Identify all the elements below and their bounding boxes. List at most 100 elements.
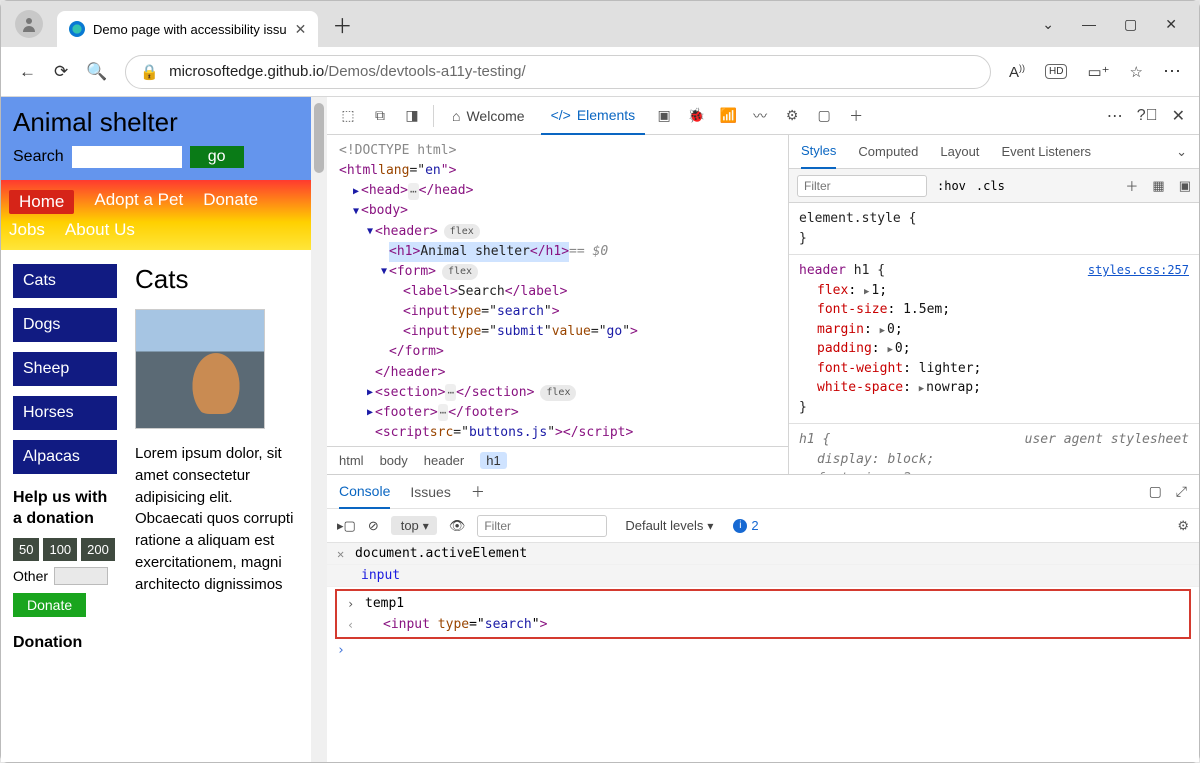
browser-tab[interactable]: Demo page with accessibility issu ✕ <box>57 11 318 47</box>
amount-50[interactable]: 50 <box>13 538 39 561</box>
read-aloud-icon[interactable]: A)) <box>1009 63 1025 81</box>
side-nav: Cats Dogs Sheep Horses Alpacas <box>13 264 117 474</box>
console-settings-icon[interactable]: ⚙ <box>1177 518 1189 534</box>
add-tab-icon[interactable]: ＋ <box>471 482 485 502</box>
search-input[interactable] <box>72 146 182 168</box>
amount-100[interactable]: 100 <box>43 538 77 561</box>
window-controls: ⌄ ― ▢ ✕ <box>1042 16 1199 33</box>
new-tab-button[interactable]: ＋ <box>332 10 352 39</box>
tab-welcome[interactable]: ⌂Welcome <box>442 97 535 135</box>
donation-widget: Help us with a donation 50 100 200 Other… <box>13 488 117 653</box>
tab-computed[interactable]: Computed <box>858 144 918 159</box>
close-window-icon[interactable]: ✕ <box>1165 16 1177 33</box>
computed-icon[interactable]: ▣ <box>1179 178 1191 194</box>
url-host: microsoftedge.github.io <box>169 63 324 80</box>
page-title: Animal shelter <box>13 107 299 138</box>
breadcrumb[interactable]: html body header h1 <box>327 446 788 474</box>
edge-icon <box>69 21 85 37</box>
close-devtools-icon[interactable]: ✕ <box>1172 106 1185 126</box>
nav-home[interactable]: Home <box>9 190 74 214</box>
url-input[interactable]: 🔒 microsoftedge.github.io/Demos/devtools… <box>125 55 991 89</box>
sidebar-toggle-icon[interactable]: ▸▢ <box>337 518 356 534</box>
donate-button[interactable]: Donate <box>13 593 86 617</box>
minimize-icon[interactable]: ― <box>1082 16 1096 32</box>
devtools-toolbar: ⬚ ⧉ ◨ ⌂Welcome </>Elements ▣ 🐞 📶 〰 ⚙ ▢ ＋… <box>327 97 1199 135</box>
amount-200[interactable]: 200 <box>81 538 115 561</box>
device-icon[interactable]: ⧉ <box>367 107 393 124</box>
webpage: Animal shelter Search go Home Adopt a Pe… <box>1 97 327 762</box>
back-button[interactable]: ← <box>19 62 36 82</box>
chevron-down-icon[interactable]: ⌄ <box>1042 16 1054 33</box>
lorem-text: Lorem ipsum dolor, sit amet consectetur … <box>135 443 297 595</box>
cls-toggle[interactable]: .cls <box>976 179 1005 193</box>
tab-console[interactable]: Console <box>339 475 390 509</box>
console-icon[interactable]: ▣ <box>651 107 677 124</box>
page-scrollbar[interactable] <box>311 97 327 762</box>
console-filter-input[interactable] <box>477 515 607 537</box>
application-icon[interactable]: ▢ <box>811 107 837 124</box>
search-label: Search <box>13 148 64 166</box>
bug-icon[interactable]: 🐞 <box>683 107 709 124</box>
favorite-icon[interactable]: ☆ <box>1130 63 1143 81</box>
chevron-down-icon[interactable]: ⌄ <box>1176 144 1187 160</box>
dom-tree[interactable]: <!DOCTYPE html> <html lang="en"> ▶<head>… <box>327 135 788 446</box>
sidenav-cats[interactable]: Cats <box>13 264 117 298</box>
more-tabs-icon[interactable]: ＋ <box>843 106 869 126</box>
profile-avatar[interactable] <box>15 10 43 38</box>
search-icon[interactable]: 🔍 <box>86 62 107 82</box>
go-button[interactable]: go <box>190 146 244 168</box>
drawer-icon[interactable]: ▢ <box>1149 483 1162 500</box>
tab-listeners[interactable]: Event Listeners <box>1001 144 1091 159</box>
close-tab-icon[interactable]: ✕ <box>295 21 307 38</box>
tab-elements[interactable]: </>Elements <box>541 97 646 135</box>
new-style-icon[interactable]: ＋ <box>1125 176 1138 195</box>
home-icon: ⌂ <box>452 108 460 124</box>
console-output[interactable]: ✕document.activeElement input ›temp1 ‹<i… <box>327 543 1199 762</box>
source-link[interactable]: styles.css:257 <box>1088 261 1189 281</box>
styles-pane: Styles Computed Layout Event Listeners ⌄… <box>789 135 1199 474</box>
sidenav-horses[interactable]: Horses <box>13 396 117 430</box>
hd-icon[interactable]: HD <box>1045 64 1067 79</box>
other-label: Other <box>13 568 48 584</box>
more-icon[interactable]: ⋯ <box>1163 61 1181 82</box>
hov-toggle[interactable]: :hov <box>937 179 966 193</box>
refresh-button[interactable]: ⟳ <box>54 62 68 82</box>
address-bar: ← ⟳ 🔍 🔒 microsoftedge.github.io/Demos/de… <box>1 47 1199 97</box>
clear-console-icon[interactable]: ⊘ <box>368 518 379 534</box>
lock-icon: 🔒 <box>140 63 159 81</box>
network-icon[interactable]: 📶 <box>715 107 741 124</box>
performance-icon[interactable]: 〰 <box>747 106 773 126</box>
expand-icon[interactable]: ⤢ <box>1176 483 1187 500</box>
sidenav-dogs[interactable]: Dogs <box>13 308 117 342</box>
nav-jobs[interactable]: Jobs <box>9 220 45 240</box>
nav-donate[interactable]: Donate <box>203 190 258 214</box>
maximize-icon[interactable]: ▢ <box>1124 16 1137 33</box>
flexbox-icon[interactable]: ▦ <box>1152 178 1164 194</box>
tab-layout[interactable]: Layout <box>940 144 979 159</box>
overflow-icon[interactable]: ⋯ <box>1107 106 1123 126</box>
tab-issues[interactable]: Issues <box>410 484 450 500</box>
tab-title: Demo page with accessibility issu <box>93 22 287 37</box>
sidenav-alpacas[interactable]: Alpacas <box>13 440 117 474</box>
css-rules[interactable]: element.style { } header h1 {styles.css:… <box>789 203 1199 474</box>
memory-icon[interactable]: ⚙ <box>779 107 805 124</box>
console-prompt[interactable]: › <box>327 641 1199 660</box>
context-selector[interactable]: top▾ <box>391 516 437 535</box>
dock-icon[interactable]: ◨ <box>399 107 425 124</box>
page-header: Animal shelter Search go <box>1 97 311 180</box>
other-amount-input[interactable] <box>54 567 108 585</box>
log-levels[interactable]: Default levels▾ <box>625 518 713 533</box>
styles-filter-input[interactable] <box>797 175 927 197</box>
nav-adopt[interactable]: Adopt a Pet <box>94 190 183 214</box>
issues-badge[interactable]: i2 <box>733 518 758 533</box>
sidenav-sheep[interactable]: Sheep <box>13 352 117 386</box>
cat-image <box>135 309 265 429</box>
reader-icon[interactable]: ▭⁺ <box>1087 63 1109 81</box>
tab-styles[interactable]: Styles <box>801 135 836 169</box>
code-icon: </> <box>551 107 571 123</box>
live-expression-icon[interactable]: 👁 <box>449 518 466 534</box>
help-icon[interactable]: ?⃝ <box>1137 107 1158 125</box>
inspect-icon[interactable]: ⬚ <box>335 107 361 124</box>
help-heading: Help us with a donation <box>13 488 117 530</box>
nav-about[interactable]: About Us <box>65 220 135 240</box>
